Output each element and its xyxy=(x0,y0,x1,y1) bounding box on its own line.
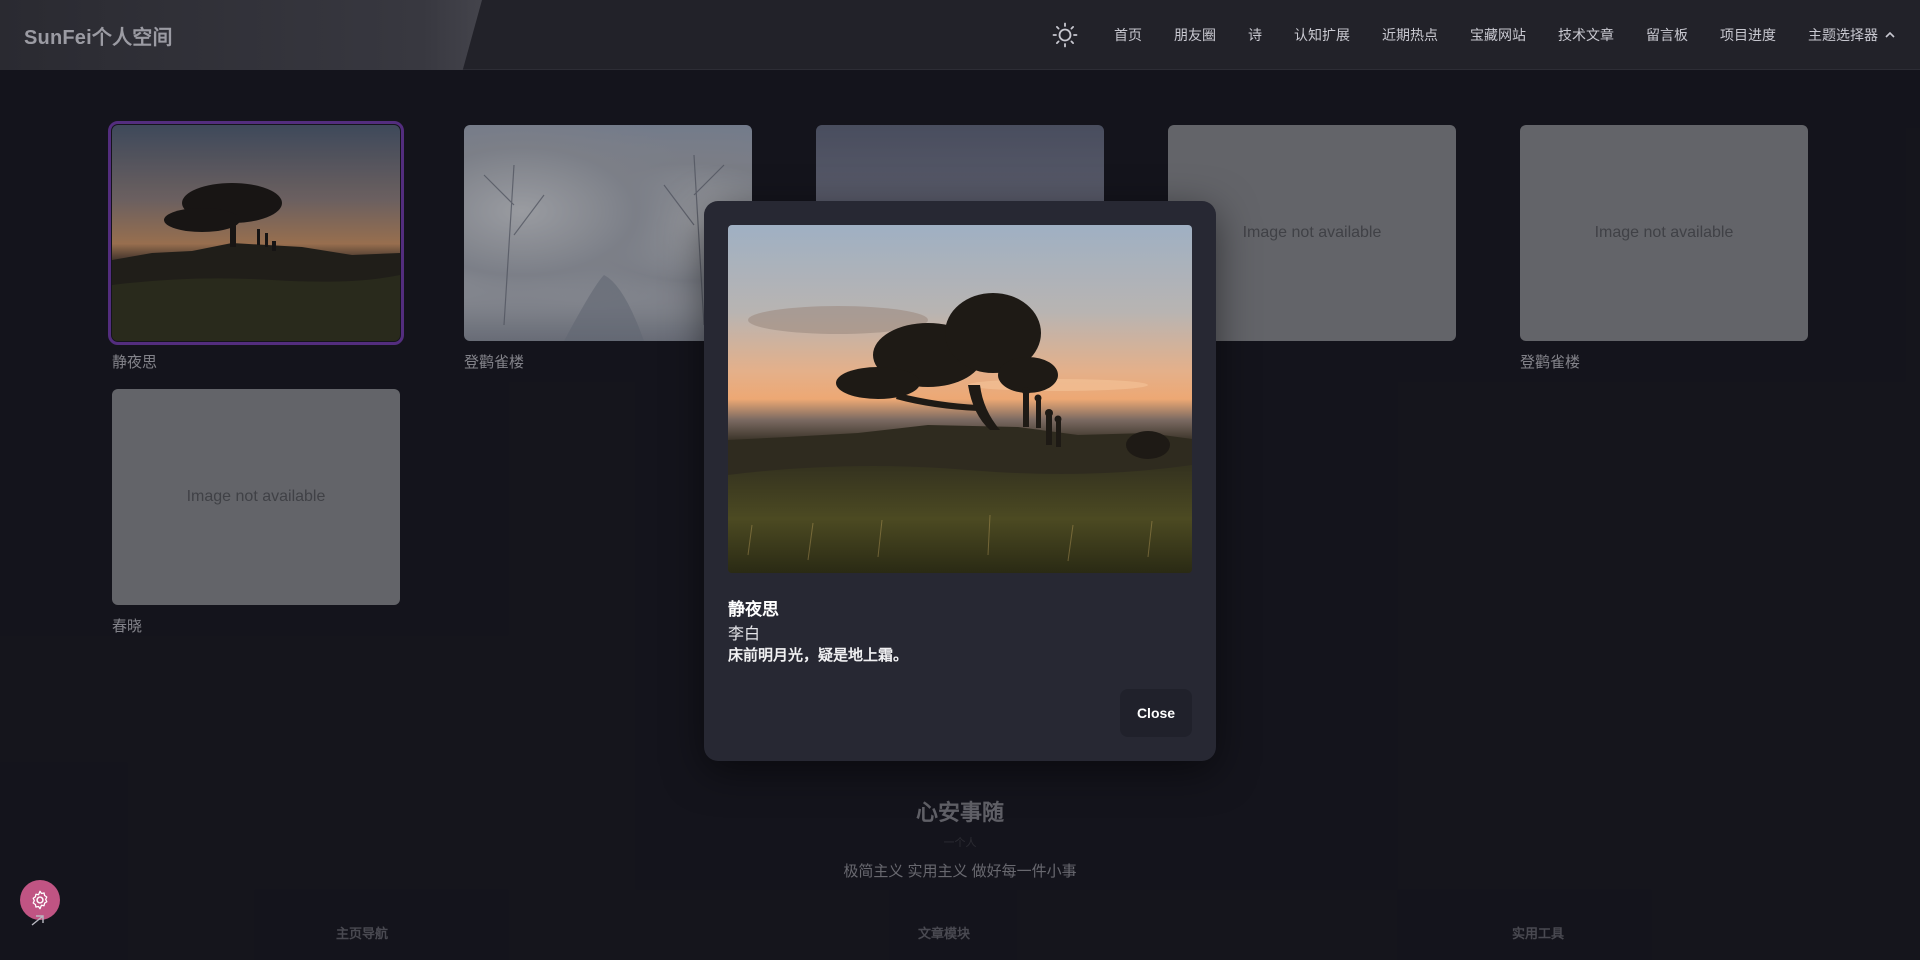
modal-author: 李白 xyxy=(728,626,761,643)
arrow-right-icon[interactable] xyxy=(30,913,46,929)
sunset-tree-image xyxy=(728,225,1192,573)
site-brand[interactable]: SunFei个人空间 xyxy=(24,21,173,50)
nav-theme-selector[interactable]: 主题选择器 xyxy=(1808,25,1896,45)
main-nav: 首页 朋友圈 诗 认知扩展 近期热点 宝藏网站 技术文章 留言板 项目进度 主题… xyxy=(1098,0,1896,70)
chevron-up-icon xyxy=(1885,31,1895,38)
close-button[interactable]: Close xyxy=(1120,689,1192,737)
nav-treasure-sites[interactable]: 宝藏网站 xyxy=(1470,25,1526,45)
nav-tech-articles[interactable]: 技术文章 xyxy=(1558,25,1614,45)
sun-icon[interactable] xyxy=(1052,22,1078,48)
nav-home[interactable]: 首页 xyxy=(1114,25,1142,45)
modal-image xyxy=(728,225,1192,573)
gear-icon xyxy=(32,890,48,910)
nav-cognition[interactable]: 认知扩展 xyxy=(1294,25,1350,45)
nav-hot-topics[interactable]: 近期热点 xyxy=(1382,25,1438,45)
poem-modal: 静夜思 李白 床前明月光，疑是地上霜。 Close xyxy=(704,201,1216,761)
top-navbar: SunFei个人空间 首页 朋友圈 诗 认知扩展 近期热点 宝藏网站 技术文章 … xyxy=(0,0,1920,70)
nav-poems[interactable]: 诗 xyxy=(1248,25,1262,45)
modal-title: 静夜思 xyxy=(728,600,779,619)
theme-selector-label: 主题选择器 xyxy=(1808,27,1878,43)
nav-project-progress[interactable]: 项目进度 xyxy=(1720,25,1776,45)
nav-moments[interactable]: 朋友圈 xyxy=(1174,25,1216,45)
modal-poem-line: 床前明月光，疑是地上霜。 xyxy=(728,647,909,664)
nav-message-board[interactable]: 留言板 xyxy=(1646,25,1688,45)
